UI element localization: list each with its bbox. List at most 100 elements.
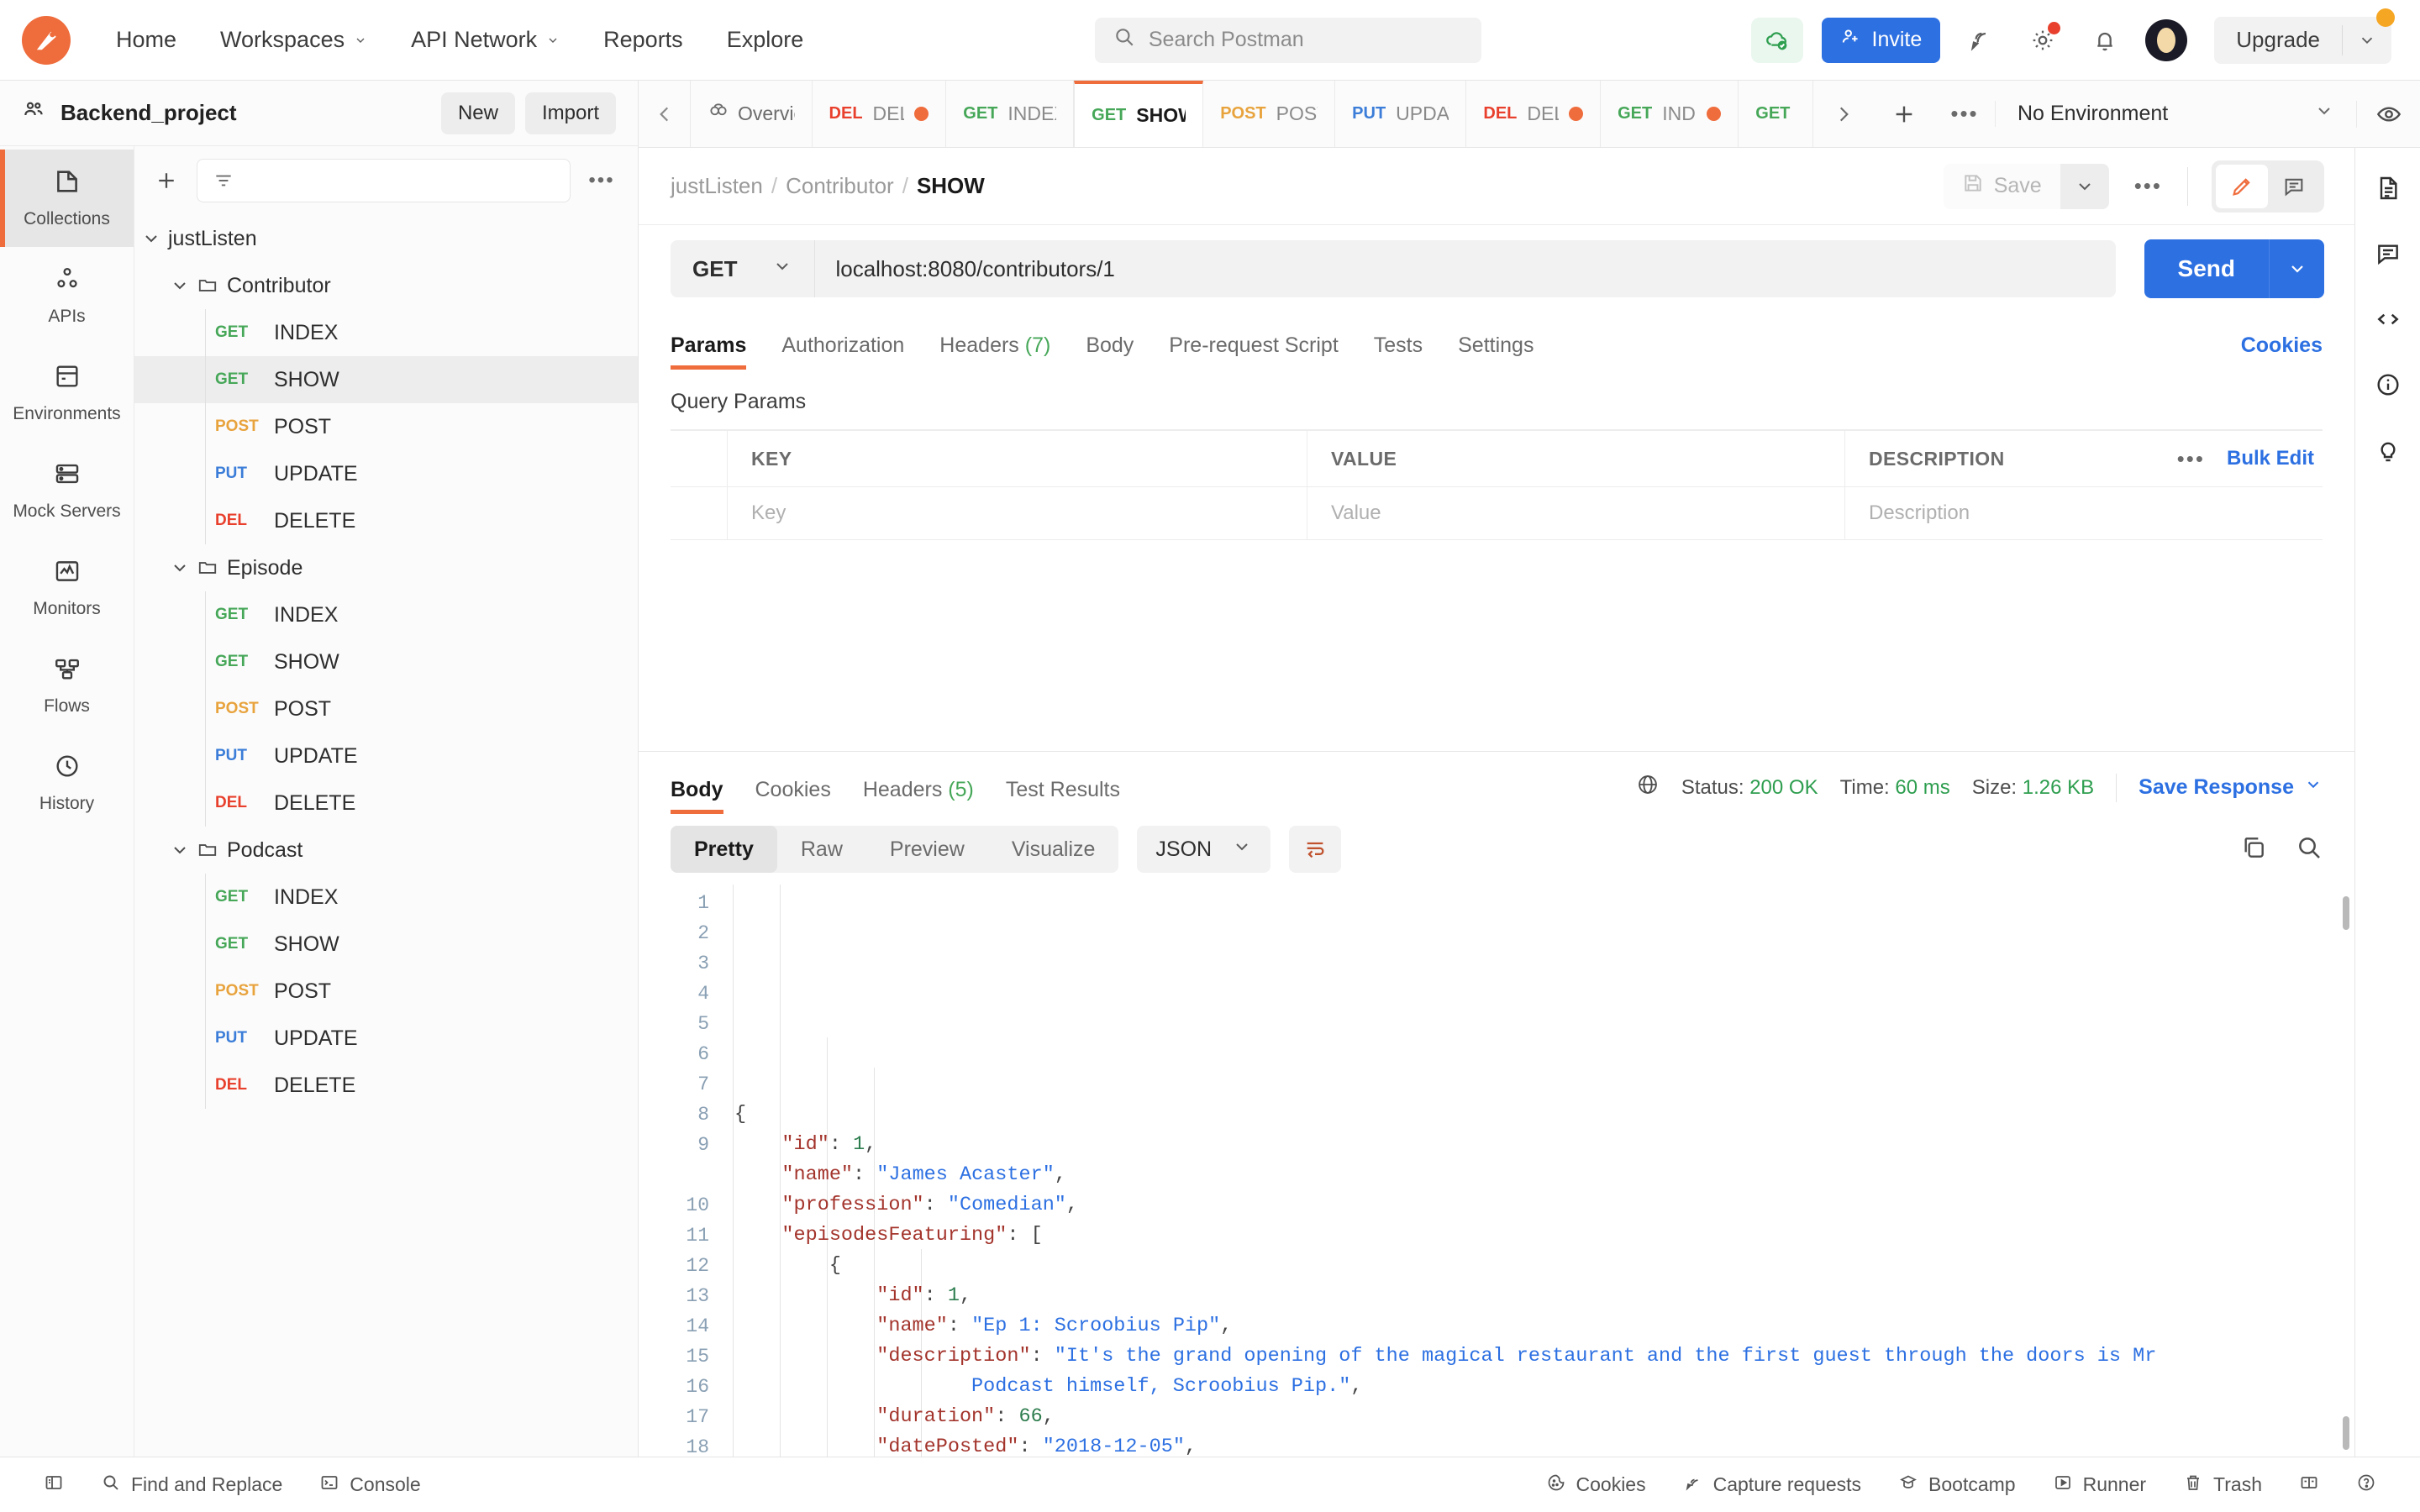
filter-input[interactable] bbox=[197, 159, 571, 202]
table-more-options-icon[interactable]: ••• bbox=[2177, 446, 2205, 472]
request-item-podcast-delete[interactable]: DEL DELETE bbox=[134, 1062, 638, 1109]
request-item-contributor-delete[interactable]: DEL DELETE bbox=[134, 497, 638, 544]
request-tab-headers[interactable]: Headers (7) bbox=[939, 333, 1050, 370]
cookies-button[interactable]: Cookies bbox=[1528, 1473, 1665, 1498]
find-and-replace-button[interactable]: Find and Replace bbox=[82, 1473, 301, 1498]
tabs-more-options-icon[interactable]: ••• bbox=[1934, 81, 1995, 148]
request-tab-params[interactable]: Params bbox=[671, 333, 747, 370]
chevron-down-icon[interactable] bbox=[163, 840, 197, 860]
response-tab-headers[interactable]: Headers (5) bbox=[863, 778, 974, 814]
response-tab-test-results[interactable]: Test Results bbox=[1006, 778, 1120, 814]
tab-overview[interactable]: Overvie bbox=[691, 81, 813, 147]
folder-node-podcast[interactable]: Podcast bbox=[134, 827, 638, 874]
console-button[interactable]: Console bbox=[301, 1473, 439, 1498]
request-item-contributor-index[interactable]: GET INDEX bbox=[134, 309, 638, 356]
chevron-down-icon[interactable] bbox=[163, 276, 197, 296]
description-input[interactable]: Description bbox=[1845, 487, 2129, 539]
sidebar-item-collections[interactable]: Collections bbox=[0, 150, 134, 247]
tab-del-deli[interactable]: DEL DELI bbox=[812, 81, 947, 147]
breadcrumb-folder[interactable]: Contributor bbox=[786, 173, 894, 199]
sidebar-item-mock-servers[interactable]: Mock Servers bbox=[0, 442, 134, 539]
environment-selector[interactable]: No Environment bbox=[1995, 101, 2356, 127]
request-item-contributor-post[interactable]: POST POST bbox=[134, 403, 638, 450]
postman-logo-icon[interactable] bbox=[22, 15, 71, 65]
bootcamp-button[interactable]: Bootcamp bbox=[1880, 1473, 2034, 1498]
sidebar-item-history[interactable]: History bbox=[0, 734, 134, 832]
nav-item-reports[interactable]: Reports bbox=[581, 0, 705, 81]
tab-get-index[interactable]: GET INDEX bbox=[946, 81, 1075, 147]
lightbulb-icon[interactable] bbox=[2365, 427, 2412, 474]
environment-quick-look-icon[interactable] bbox=[2356, 100, 2420, 128]
sidebar-item-environments[interactable]: Environments bbox=[0, 344, 134, 442]
code-snippet-icon[interactable] bbox=[2365, 296, 2412, 343]
tab-get-inde[interactable]: GET INDE bbox=[1601, 81, 1739, 147]
new-button[interactable]: New bbox=[440, 92, 515, 134]
sidebar-item-apis[interactable]: APIs bbox=[0, 247, 134, 344]
tabs-scroll-left-icon[interactable] bbox=[639, 81, 691, 147]
search-response-icon[interactable] bbox=[2296, 834, 2323, 865]
wrap-lines-icon[interactable] bbox=[1289, 826, 1342, 873]
url-input[interactable]: localhost:8080/contributors/1 bbox=[815, 240, 2116, 297]
nav-item-home[interactable]: Home bbox=[94, 0, 198, 81]
request-tab-pre-request-script[interactable]: Pre-request Script bbox=[1169, 333, 1338, 370]
tab-get-show[interactable]: GET SHOW bbox=[1074, 81, 1204, 147]
two-pane-layout-button[interactable] bbox=[2281, 1473, 2338, 1498]
copy-icon[interactable] bbox=[2240, 834, 2267, 865]
view-mode-raw[interactable]: Raw bbox=[777, 826, 866, 873]
nav-item-api-network[interactable]: API Network bbox=[389, 0, 581, 81]
comments-panel-icon[interactable] bbox=[2365, 230, 2412, 277]
upgrade-button[interactable]: Upgrade bbox=[2214, 8, 2395, 64]
chevron-down-icon[interactable] bbox=[134, 228, 168, 249]
tabs-scroll-right-icon[interactable] bbox=[1813, 81, 1874, 148]
request-tab-tests[interactable]: Tests bbox=[1374, 333, 1423, 370]
collection-node-justlisten[interactable]: justListen bbox=[134, 215, 638, 262]
sync-status-icon[interactable] bbox=[1750, 17, 1803, 63]
settings-gear-icon[interactable] bbox=[2021, 18, 2065, 62]
send-options-chevron-icon[interactable] bbox=[2269, 239, 2324, 298]
key-input[interactable]: Key bbox=[728, 487, 1307, 539]
runner-button[interactable]: Runner bbox=[2034, 1473, 2165, 1498]
comments-icon[interactable] bbox=[2268, 165, 2320, 208]
sidebar-item-flows[interactable]: Flows bbox=[0, 637, 134, 734]
folder-node-episode[interactable]: Episode bbox=[134, 544, 638, 591]
view-mode-pretty[interactable]: Pretty bbox=[671, 826, 777, 873]
capture-requests-icon[interactable] bbox=[1959, 18, 2002, 62]
tab-put-updat[interactable]: PUT UPDAT bbox=[1335, 81, 1467, 147]
http-method-selector[interactable]: GET bbox=[671, 240, 816, 297]
request-item-episode-index[interactable]: GET INDEX bbox=[134, 591, 638, 638]
new-item-plus-icon[interactable] bbox=[148, 162, 185, 199]
chevron-down-icon[interactable] bbox=[2343, 31, 2391, 50]
invite-button[interactable]: Invite bbox=[1821, 17, 1941, 63]
request-item-episode-delete[interactable]: DEL DELETE bbox=[134, 780, 638, 827]
request-item-podcast-show[interactable]: GET SHOW bbox=[134, 921, 638, 968]
send-button[interactable]: Send bbox=[2144, 239, 2269, 298]
view-mode-visualize[interactable]: Visualize bbox=[988, 826, 1119, 873]
tab-del-deli[interactable]: DEL DELI bbox=[1466, 81, 1602, 147]
nav-item-explore[interactable]: Explore bbox=[705, 0, 826, 81]
new-tab-plus-icon[interactable] bbox=[1874, 81, 1934, 148]
chevron-down-icon[interactable] bbox=[163, 558, 197, 578]
notifications-bell-icon[interactable] bbox=[2083, 18, 2127, 62]
request-item-podcast-update[interactable]: PUT UPDATE bbox=[134, 1015, 638, 1062]
save-response-button[interactable]: Save Response bbox=[2139, 775, 2323, 800]
documentation-icon[interactable] bbox=[2365, 165, 2412, 212]
row-checkbox-cell[interactable] bbox=[671, 487, 728, 539]
capture-requests-button[interactable]: Capture requests bbox=[1665, 1473, 1880, 1498]
folder-node-contributor[interactable]: Contributor bbox=[134, 262, 638, 309]
view-mode-preview[interactable]: Preview bbox=[866, 826, 988, 873]
tab-post-post[interactable]: POST POST bbox=[1203, 81, 1336, 147]
avatar[interactable] bbox=[2145, 18, 2188, 61]
response-format-selector[interactable]: JSON bbox=[1137, 826, 1271, 873]
edit-pencil-icon[interactable] bbox=[2216, 164, 2268, 208]
import-button[interactable]: Import bbox=[524, 92, 616, 134]
tree-more-options-icon[interactable]: ••• bbox=[582, 169, 621, 192]
info-icon[interactable] bbox=[2365, 361, 2412, 408]
cookies-link[interactable]: Cookies bbox=[2241, 333, 2323, 370]
tab-get-x[interactable]: GET bbox=[1739, 81, 1813, 147]
response-tab-body[interactable]: Body bbox=[671, 778, 723, 814]
request-tab-settings[interactable]: Settings bbox=[1458, 333, 1534, 370]
response-body-code[interactable]: 123456789 10111213141516171819 { "id": 1… bbox=[639, 885, 2354, 1457]
breadcrumb-collection[interactable]: justListen bbox=[671, 173, 763, 199]
request-tab-authorization[interactable]: Authorization bbox=[781, 333, 904, 370]
request-item-podcast-post[interactable]: POST POST bbox=[134, 968, 638, 1015]
